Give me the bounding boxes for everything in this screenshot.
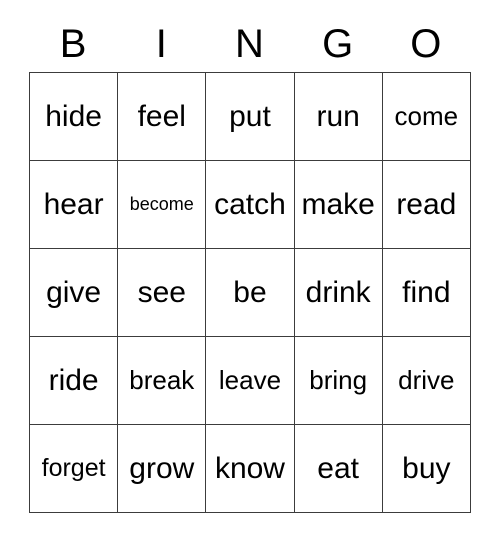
bingo-row: hide feel put run come <box>30 73 471 161</box>
bingo-cell-word: put <box>229 99 271 133</box>
bingo-cell[interactable]: see <box>118 249 207 337</box>
bingo-cell-word: drive <box>398 364 455 395</box>
bingo-header-letter-i: I <box>155 22 167 66</box>
bingo-header-letter-g: G <box>322 22 354 66</box>
bingo-cell[interactable]: run <box>294 73 383 161</box>
bingo-card: B I N G O hide feel put run come hear be… <box>29 16 471 513</box>
bingo-header-letter-b: B <box>59 22 87 66</box>
bingo-cell[interactable]: drive <box>382 337 471 425</box>
bingo-header-letter-o: O <box>410 22 442 66</box>
bingo-cell[interactable]: buy <box>382 425 471 513</box>
bingo-cell-word: forget <box>41 454 106 483</box>
bingo-cell[interactable]: break <box>118 337 207 425</box>
bingo-cell-word: buy <box>402 451 451 485</box>
bingo-cell[interactable]: know <box>206 425 295 513</box>
bingo-cell-word: find <box>402 275 451 309</box>
bingo-cell-word: drink <box>305 275 371 309</box>
bingo-cell[interactable]: become <box>118 161 207 249</box>
bingo-cell-word: be <box>233 275 267 309</box>
bingo-cell-word: catch <box>214 187 286 221</box>
bingo-cell-word: make <box>301 187 375 221</box>
bingo-row: hear become catch make read <box>30 161 471 249</box>
bingo-cell-word: come <box>394 100 459 131</box>
bingo-grid: hide feel put run come hear become catch… <box>29 72 471 513</box>
bingo-cell[interactable]: ride <box>30 337 119 425</box>
bingo-cell-word: give <box>46 275 102 309</box>
bingo-cell[interactable]: feel <box>118 73 207 161</box>
bingo-cell[interactable]: come <box>382 73 471 161</box>
bingo-cell[interactable]: find <box>382 249 471 337</box>
bingo-row: give see be drink find <box>30 249 471 337</box>
bingo-cell-word: know <box>214 451 285 485</box>
bingo-cell-word: become <box>129 194 194 215</box>
bingo-cell-word: hide <box>45 99 102 133</box>
bingo-cell[interactable]: grow <box>118 425 207 513</box>
bingo-cell[interactable]: be <box>206 249 295 337</box>
bingo-cell[interactable]: put <box>206 73 295 161</box>
bingo-cell[interactable]: read <box>382 161 471 249</box>
bingo-cell-word: see <box>137 275 186 309</box>
bingo-cell-word: run <box>316 99 360 133</box>
bingo-cell[interactable]: hear <box>30 161 119 249</box>
bingo-cell-word: feel <box>137 99 186 133</box>
bingo-cell[interactable]: drink <box>294 249 383 337</box>
bingo-cell-word: grow <box>129 451 195 485</box>
bingo-cell[interactable]: hide <box>30 73 119 161</box>
bingo-cell-word: bring <box>309 364 368 395</box>
bingo-cell[interactable]: make <box>294 161 383 249</box>
bingo-row: ride break leave bring drive <box>30 337 471 425</box>
bingo-header-row: B I N G O <box>29 16 471 72</box>
bingo-cell-word: read <box>396 187 457 221</box>
bingo-row: forget grow know eat buy <box>30 425 471 513</box>
bingo-cell-word: eat <box>317 451 360 485</box>
bingo-cell-word: ride <box>48 363 99 397</box>
bingo-cell[interactable]: catch <box>206 161 295 249</box>
bingo-cell[interactable]: forget <box>30 425 119 513</box>
bingo-cell[interactable]: give <box>30 249 119 337</box>
bingo-cell-word: leave <box>218 364 282 395</box>
bingo-cell-word: break <box>129 364 195 395</box>
bingo-cell-word: hear <box>43 187 104 221</box>
bingo-cell[interactable]: bring <box>294 337 383 425</box>
bingo-cell[interactable]: leave <box>206 337 295 425</box>
bingo-header-letter-n: N <box>235 22 264 66</box>
bingo-cell[interactable]: eat <box>294 425 383 513</box>
